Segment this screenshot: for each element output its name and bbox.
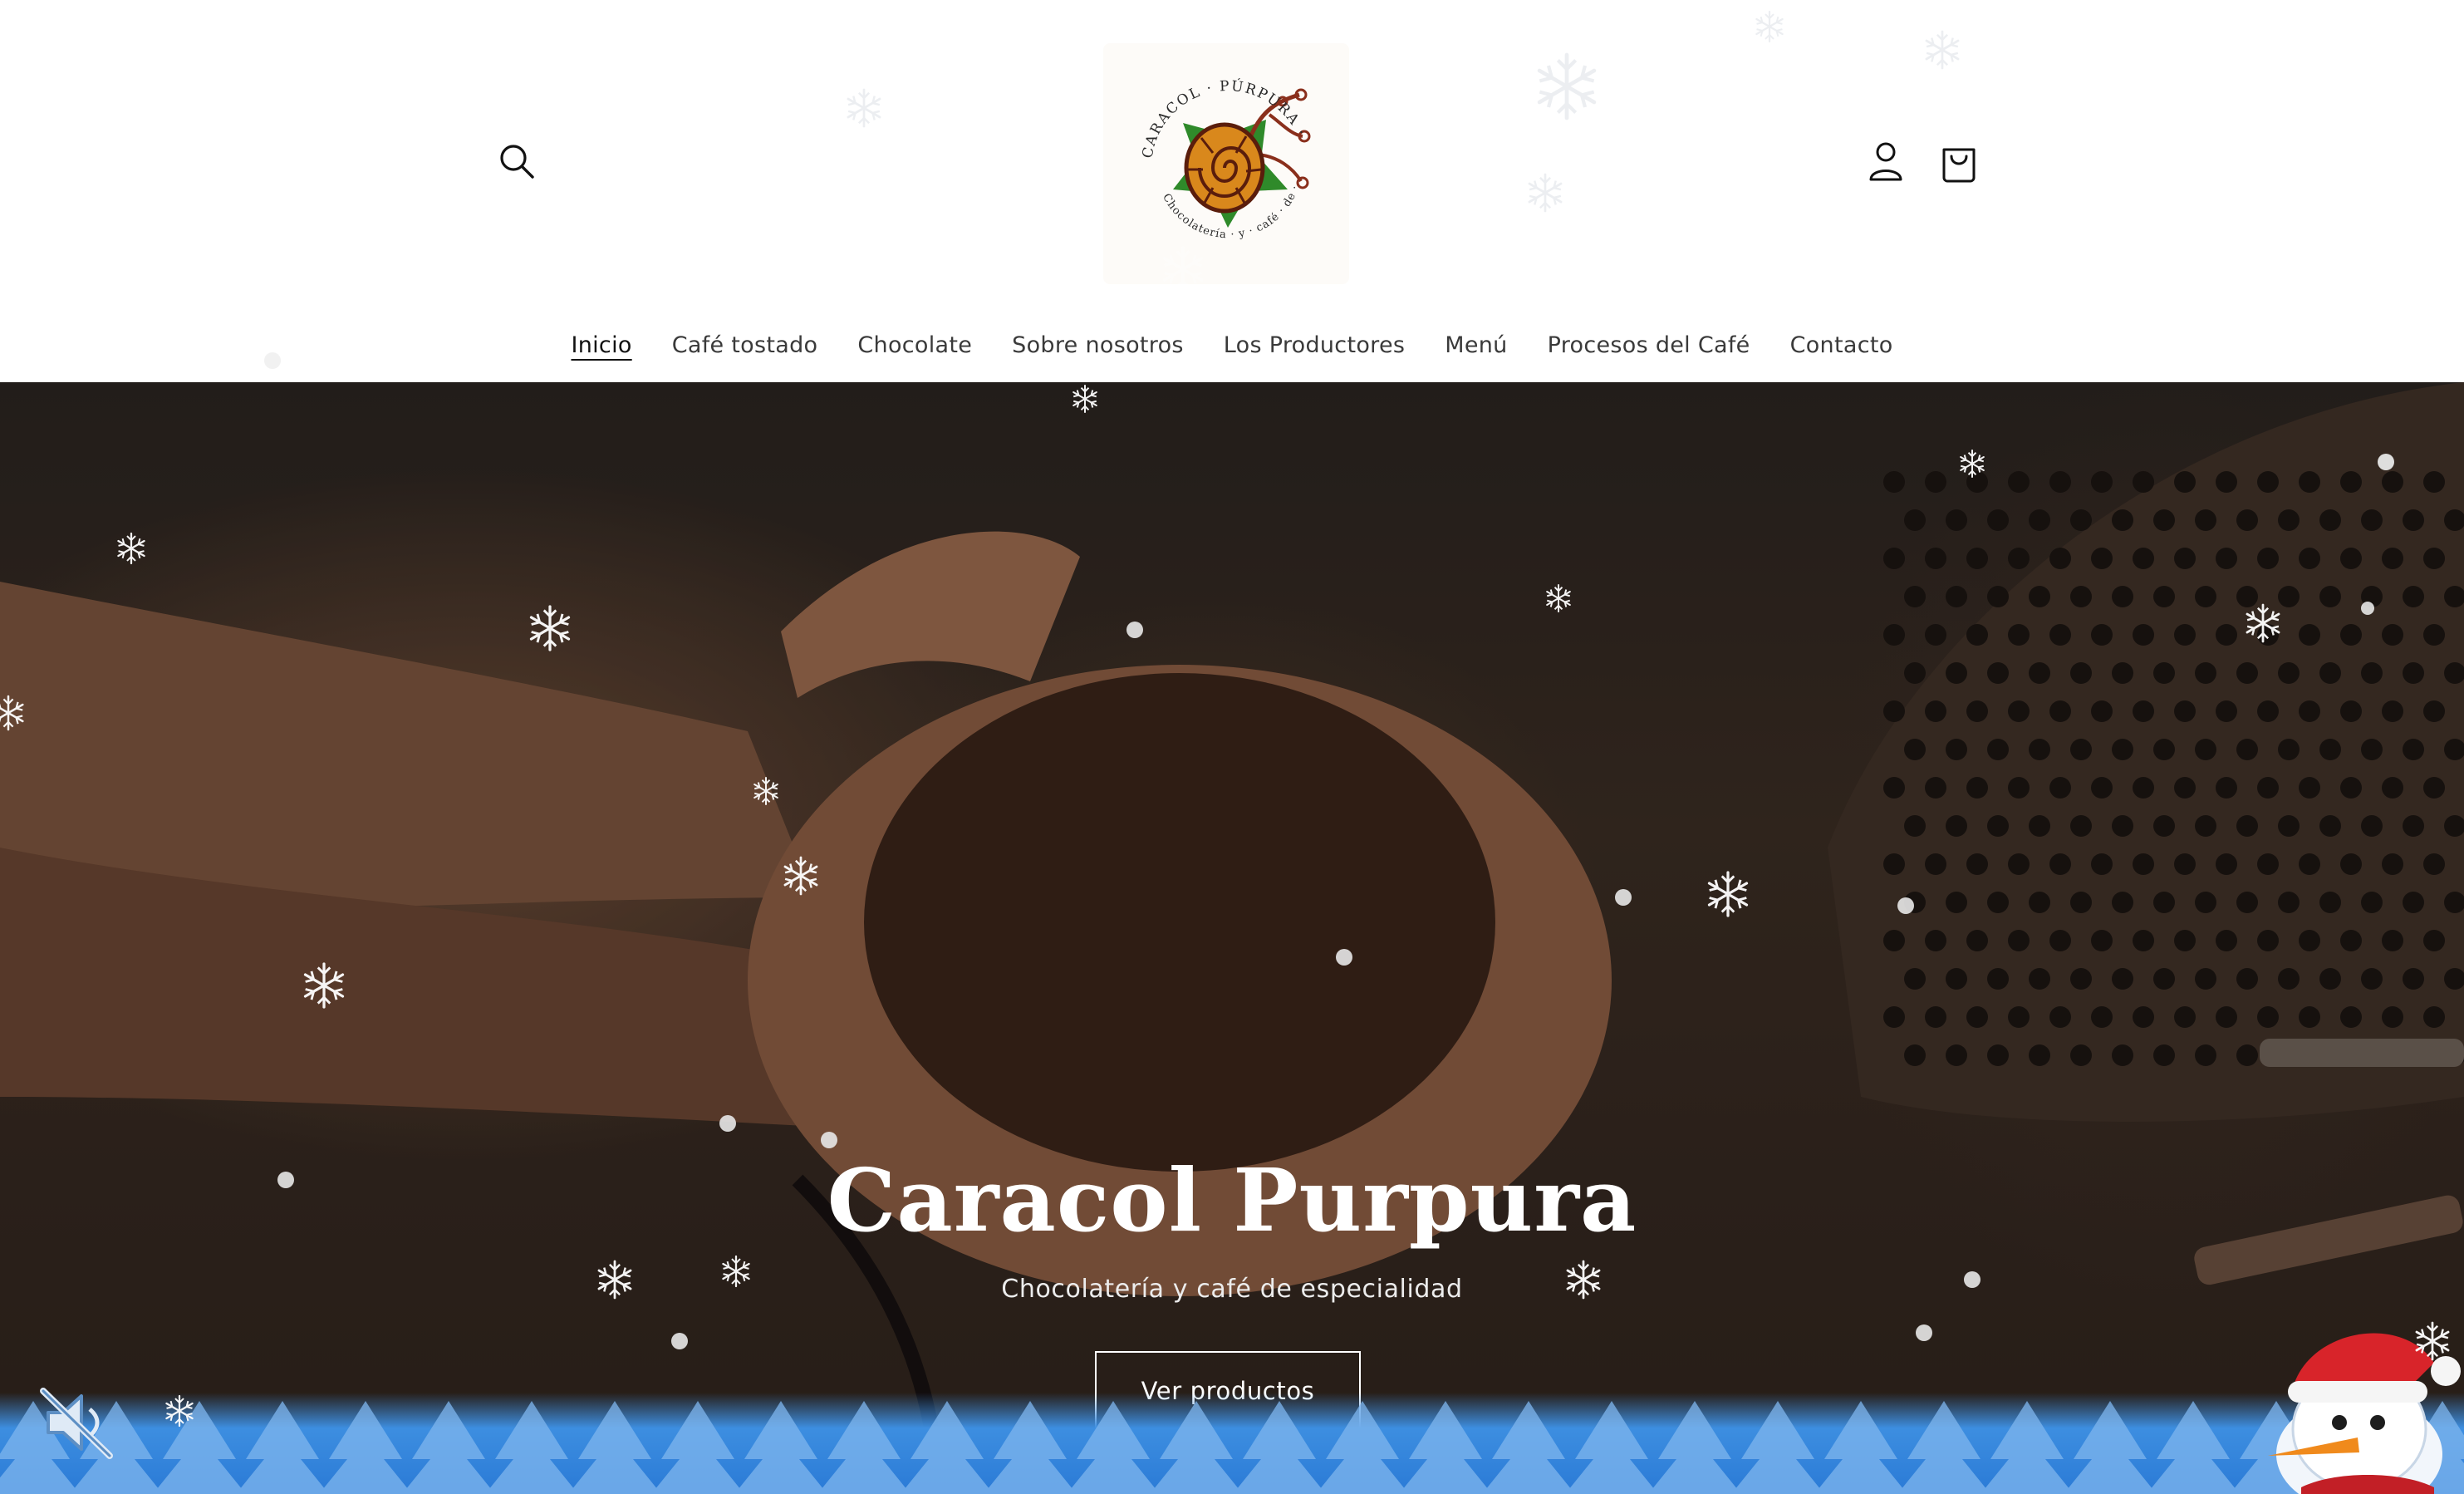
hero-banner: Caracol Purpura Chocolatería y café de e… (0, 382, 2464, 1494)
nav-item-sobre-nosotros[interactable]: Sobre nosotros (992, 319, 1204, 372)
snowman-icon (2268, 1333, 2461, 1494)
main-navigation: Inicio Café tostado Chocolate Sobre noso… (0, 319, 2464, 372)
pine-tree-icon (568, 1401, 661, 1494)
shopping-bag-icon (1942, 148, 1976, 183)
pine-tree-icon (1897, 1401, 1990, 1494)
speaker-muted-icon (40, 1388, 113, 1459)
pine-tree-icon (153, 1401, 246, 1494)
pine-tree-icon (1399, 1401, 1492, 1494)
cart-button[interactable] (1937, 138, 1981, 184)
pine-tree-icon (236, 1401, 329, 1494)
nav-item-menu[interactable]: Menú (1425, 319, 1527, 372)
pine-tree-icon (1150, 1401, 1243, 1494)
pine-tree-icon (2147, 1401, 2240, 1494)
nav-item-los-productores[interactable]: Los Productores (1204, 319, 1425, 372)
search-button[interactable] (495, 140, 538, 183)
nav-item-cafe-tostado[interactable]: Café tostado (652, 319, 838, 372)
search-icon (500, 145, 534, 179)
user-icon (1869, 142, 1902, 181)
caracol-purpura-logo: CARACOL · PÚRPURA · Chocolatería · y · c… (1099, 34, 1311, 241)
pine-tree-icon (901, 1401, 994, 1494)
pine-tree-icon (1814, 1401, 1907, 1494)
nav-item-procesos-del-cafe[interactable]: Procesos del Café (1528, 319, 1770, 372)
pine-tree-icon (1482, 1401, 1575, 1494)
pine-tree-icon (1731, 1401, 1824, 1494)
mute-sound-button[interactable] (30, 1376, 123, 1469)
pine-tree-icon (485, 1401, 578, 1494)
pine-tree-icon (2064, 1401, 2157, 1494)
hero-subtitle: Chocolatería y café de especialidad (1001, 1275, 1463, 1304)
pine-tree-icon (817, 1401, 911, 1494)
nav-item-contacto[interactable]: Contacto (1770, 319, 1913, 372)
brand-logo[interactable]: CARACOL · PÚRPURA · Chocolatería · y · c… (1099, 34, 1349, 284)
pine-tree-icon (1648, 1401, 1741, 1494)
account-button[interactable] (1864, 138, 1907, 184)
pine-tree-icon (402, 1401, 495, 1494)
pine-tree-icon (1565, 1401, 1658, 1494)
pine-tree-icon (319, 1401, 412, 1494)
pine-tree-icon (1067, 1401, 1160, 1494)
nav-item-chocolate[interactable]: Chocolate (837, 319, 992, 372)
pine-trees-decoration (0, 1401, 2464, 1494)
pine-tree-icon (734, 1401, 827, 1494)
pine-tree-icon (651, 1401, 744, 1494)
hero-overlay (0, 382, 2464, 1494)
nav-item-inicio[interactable]: Inicio (551, 319, 651, 372)
snowman-mascot[interactable] (2235, 1313, 2464, 1494)
pine-tree-icon (1233, 1401, 1326, 1494)
pine-tree-icon (1316, 1401, 1409, 1494)
hero-title: Caracol Purpura (827, 1149, 1637, 1251)
pine-tree-icon (984, 1401, 1077, 1494)
winter-trees-banner (0, 1393, 2464, 1494)
pine-tree-icon (1981, 1401, 2074, 1494)
site-header: CARACOL · PÚRPURA · Chocolatería · y · c… (0, 0, 2464, 382)
